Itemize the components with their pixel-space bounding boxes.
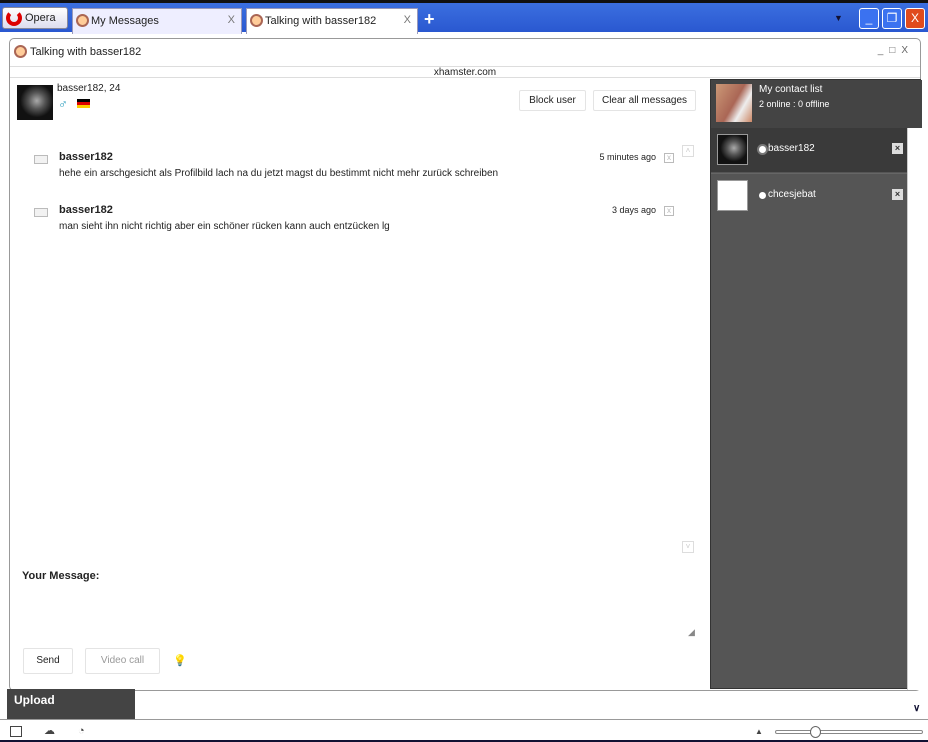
delete-message-icon[interactable]: x	[664, 206, 674, 216]
message-text: man sieht ihn nicht richtig aber ein sch…	[59, 221, 390, 232]
your-message-label: Your Message:	[22, 570, 100, 582]
restore-button[interactable]: ❐	[882, 8, 902, 29]
chat-window-title: Talking with basser182	[30, 46, 142, 58]
panel-toggle-icon[interactable]	[10, 726, 22, 737]
close-window-button[interactable]: X	[905, 8, 925, 29]
delete-message-icon[interactable]: x	[664, 153, 674, 163]
status-bar: ☁ ◔ ▲	[0, 720, 928, 742]
send-button[interactable]: Send	[23, 648, 73, 674]
cloud-icon[interactable]: ☁	[44, 726, 56, 737]
contact-item[interactable]: chcesjebat ×	[711, 173, 907, 217]
contact-item[interactable]: basser182 ×	[711, 128, 907, 172]
zoom-slider-knob[interactable]	[810, 726, 822, 738]
tab-close-icon[interactable]: X	[228, 14, 235, 26]
germany-flag-icon	[77, 99, 90, 108]
contact-list-scrollbar[interactable]	[907, 128, 922, 690]
window-controls[interactable]: _□X	[878, 45, 914, 56]
scroll-down-icon[interactable]: ∨	[913, 703, 920, 714]
message-text: hehe ein arschgesicht als Profilbild lac…	[59, 168, 499, 179]
tab-label: Talking with basser182	[265, 15, 377, 27]
online-status-icon	[759, 192, 766, 199]
tab-talking[interactable]: Talking with basser182 X	[246, 8, 418, 34]
minimize-button[interactable]: _	[859, 8, 879, 29]
scroll-up-icon[interactable]: ˄	[682, 145, 694, 157]
new-tab-button[interactable]: +	[424, 9, 435, 30]
message-time: 3 days ago	[611, 205, 656, 215]
contact-name: chcesjebat	[768, 189, 816, 200]
zoom-slider[interactable]	[775, 726, 923, 738]
contact-list-header: My contact list 2 online : 0 offline	[711, 80, 922, 128]
domain-label: xhamster.com	[10, 66, 920, 78]
envelope-icon	[34, 208, 48, 217]
resize-handle-icon[interactable]: ◢	[688, 627, 695, 638]
block-user-button[interactable]: Block user	[519, 90, 586, 111]
video-call-button[interactable]: Video call	[85, 648, 160, 674]
scroll-down-icon[interactable]: ˅	[682, 541, 694, 553]
zoom-up-icon[interactable]: ▲	[755, 726, 767, 737]
user-avatar[interactable]	[17, 85, 53, 120]
online-count: 2 online : 0 offline	[759, 99, 830, 109]
own-avatar[interactable]	[716, 84, 752, 122]
message-input[interactable]	[22, 585, 696, 637]
tab-my-messages[interactable]: My Messages X	[72, 8, 242, 34]
message-sender[interactable]: basser182	[59, 204, 113, 216]
remove-contact-icon[interactable]: ×	[892, 189, 903, 200]
browser-tab-bar: Opera My Messages X Talking with basser18…	[0, 0, 928, 34]
hamster-icon	[14, 45, 27, 58]
chat-window: Talking with basser182 _□X xhamster.com …	[9, 38, 922, 691]
male-symbol-icon: ♂	[58, 96, 68, 111]
contact-avatar-placeholder	[717, 180, 748, 211]
tab-label: My Messages	[91, 15, 159, 27]
speed-dial-icon[interactable]: ◔	[78, 726, 90, 737]
message-item: basser182 3 days ago x man sieht ihn nic…	[34, 204, 674, 234]
remove-contact-icon[interactable]: ×	[892, 143, 903, 154]
messages-scrollbar[interactable]: ˄ ˅	[682, 145, 696, 553]
contact-avatar	[717, 134, 748, 165]
lightbulb-icon[interactable]: 💡	[173, 654, 187, 667]
tab-list-dropdown-icon[interactable]: ▼	[834, 13, 843, 23]
message-item: basser182 5 minutes ago x hehe ein arsch…	[34, 151, 674, 181]
clear-all-messages-button[interactable]: Clear all messages	[593, 90, 696, 111]
online-status-icon	[759, 146, 766, 153]
contact-list-title: My contact list	[759, 84, 823, 95]
hamster-icon	[250, 14, 263, 27]
upload-button[interactable]: Upload	[7, 689, 135, 719]
message-sender[interactable]: basser182	[59, 151, 113, 163]
tab-close-icon[interactable]: X	[404, 14, 411, 26]
contact-name: basser182	[768, 143, 815, 154]
user-name-age: basser182, 24	[57, 83, 121, 94]
hamster-icon	[76, 14, 89, 27]
opera-label: Opera	[25, 12, 56, 24]
opera-menu-button[interactable]: Opera	[2, 7, 68, 29]
contact-list-panel: My contact list 2 online : 0 offline bas…	[710, 79, 922, 690]
envelope-icon	[34, 155, 48, 164]
opera-logo-icon	[6, 10, 22, 26]
message-time: 5 minutes ago	[599, 152, 656, 162]
